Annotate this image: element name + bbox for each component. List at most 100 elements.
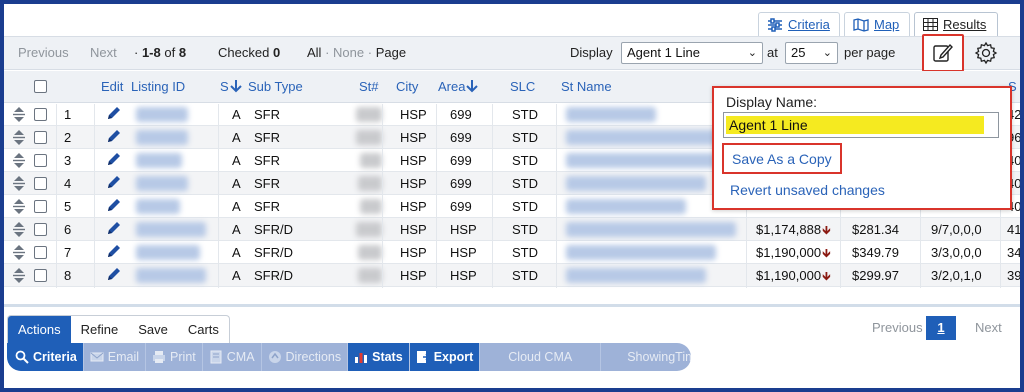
area-cell: 699 xyxy=(450,130,472,145)
row-checkbox[interactable] xyxy=(34,131,47,144)
display-name-input[interactable] xyxy=(726,116,984,134)
print-button[interactable]: Print xyxy=(146,343,203,371)
pencil-icon[interactable] xyxy=(105,129,121,145)
area-cell: 699 xyxy=(450,199,472,214)
display-select[interactable]: Agent 1 Line ⌄ xyxy=(621,42,763,64)
row-number: 8 xyxy=(64,268,72,283)
area-cell: HSP xyxy=(450,245,477,260)
directions-button[interactable]: Directions xyxy=(262,343,349,371)
column-divider xyxy=(492,104,493,288)
col-edit[interactable]: Edit xyxy=(101,71,123,103)
col-slc[interactable]: SLC xyxy=(510,71,535,103)
pencil-icon[interactable] xyxy=(105,106,121,122)
drag-handle-icon[interactable] xyxy=(12,152,26,169)
status-cell: A xyxy=(232,245,241,260)
cloud-cma-button[interactable]: Cloud CMA xyxy=(480,343,602,371)
st-num-redacted xyxy=(356,130,382,145)
city-cell: HSP xyxy=(400,153,427,168)
row-number: 5 xyxy=(64,199,72,214)
table-row[interactable]: 7 A SFR/D HSP HSP STD $1,190,000🡻 $349.79 3/3,0,… xyxy=(4,241,1020,264)
row-checkbox[interactable] xyxy=(34,154,47,167)
row-number: 2 xyxy=(64,130,72,145)
criteria-button[interactable]: Criteria xyxy=(7,343,84,371)
revert-changes-link[interactable]: Revert unsaved changes xyxy=(730,182,885,198)
pager-current-page[interactable]: 1 xyxy=(926,316,956,340)
col-sub-type[interactable]: Sub Type xyxy=(248,71,303,103)
drag-handle-icon[interactable] xyxy=(12,244,26,261)
col-status-label: S xyxy=(220,79,229,94)
tab-map[interactable]: Map xyxy=(844,12,910,36)
total-value: 8 xyxy=(178,45,187,60)
table-row[interactable]: 8 A SFR/D HSP HSP STD $1,190,000🡻 $299.97 3/2,0,… xyxy=(4,264,1020,287)
action-tabs: Actions Refine Save Carts xyxy=(7,315,230,343)
edit-display-button[interactable] xyxy=(922,34,964,72)
drag-handle-icon[interactable] xyxy=(12,198,26,215)
email-button[interactable]: Email xyxy=(84,343,147,371)
table-row[interactable]: 6 A SFR/D HSP HSP STD $1,174,888🡻 $281.34 9/7,0,… xyxy=(4,218,1020,241)
bed-bath-cell: 9/7,0,0,0 xyxy=(931,222,982,237)
col-city[interactable]: City xyxy=(396,71,418,103)
row-checkbox[interactable] xyxy=(34,269,47,282)
pencil-icon[interactable] xyxy=(105,198,121,214)
row-checkbox[interactable] xyxy=(34,200,47,213)
select-all-checkbox[interactable] xyxy=(34,80,47,93)
per-page-select[interactable]: 25 ⌄ xyxy=(785,42,838,64)
status-cell: A xyxy=(232,176,241,191)
col-listing-id[interactable]: Listing ID xyxy=(131,71,185,103)
drag-handle-icon[interactable] xyxy=(12,106,26,123)
display-name-field[interactable] xyxy=(723,112,999,138)
pager-next[interactable]: Next xyxy=(975,320,1002,335)
showingtime-button-label: ShowingTime xyxy=(627,350,691,364)
row-checkbox[interactable] xyxy=(34,177,47,190)
showingtime-button[interactable]: ShowingTime xyxy=(601,343,691,371)
col-st-num[interactable]: St# xyxy=(359,71,379,103)
stats-button[interactable]: Stats xyxy=(348,343,410,371)
column-divider xyxy=(556,104,557,288)
tab-results[interactable]: Results xyxy=(914,12,998,36)
st-name-redacted xyxy=(566,153,716,168)
tab-criteria[interactable]: Criteria xyxy=(758,12,840,36)
tab-refine[interactable]: Refine xyxy=(71,316,129,343)
tab-carts[interactable]: Carts xyxy=(178,316,229,343)
col-area[interactable]: Area xyxy=(438,71,479,103)
price-per-sqft-cell: $281.34 xyxy=(852,222,899,237)
price-per-sqft-cell: $349.79 xyxy=(852,245,899,260)
email-icon xyxy=(90,352,104,362)
select-all-link[interactable]: All xyxy=(307,45,321,60)
city-cell: HSP xyxy=(400,222,427,237)
pencil-icon[interactable] xyxy=(105,152,121,168)
tab-save[interactable]: Save xyxy=(128,316,178,343)
select-none-link[interactable]: None xyxy=(333,45,364,60)
next-link[interactable]: Next xyxy=(90,37,117,69)
cma-button[interactable]: CMA xyxy=(203,343,262,371)
gear-icon[interactable] xyxy=(974,41,998,65)
extra-cell: 34 xyxy=(1007,245,1020,260)
pencil-icon[interactable] xyxy=(105,221,121,237)
export-button[interactable]: Export xyxy=(409,343,481,371)
col-status[interactable]: S xyxy=(220,71,242,103)
previous-link[interactable]: Previous xyxy=(18,37,69,69)
area-cell: 699 xyxy=(450,153,472,168)
tab-actions[interactable]: Actions xyxy=(8,316,71,343)
pencil-icon[interactable] xyxy=(105,267,121,283)
checked-value: 0 xyxy=(272,45,281,60)
pager-previous[interactable]: Previous xyxy=(872,320,923,335)
area-cell: HSP xyxy=(450,268,477,283)
status-cell: A xyxy=(232,268,241,283)
pencil-icon[interactable] xyxy=(105,175,121,191)
status-cell: A xyxy=(232,222,241,237)
col-st-name[interactable]: St Name xyxy=(561,71,612,103)
save-as-copy-button[interactable]: Save As a Copy xyxy=(722,143,842,174)
row-checkbox[interactable] xyxy=(34,108,47,121)
pencil-icon[interactable] xyxy=(105,244,121,260)
sliders-icon xyxy=(768,17,782,32)
drag-handle-icon[interactable] xyxy=(12,175,26,192)
checked-count: Checked 0 xyxy=(218,37,280,69)
row-checkbox[interactable] xyxy=(34,223,47,236)
drag-handle-icon[interactable] xyxy=(12,267,26,284)
drag-handle-icon[interactable] xyxy=(12,221,26,238)
column-divider xyxy=(94,104,95,288)
drag-handle-icon[interactable] xyxy=(12,129,26,146)
row-checkbox[interactable] xyxy=(34,246,47,259)
select-page-link[interactable]: Page xyxy=(376,45,406,60)
